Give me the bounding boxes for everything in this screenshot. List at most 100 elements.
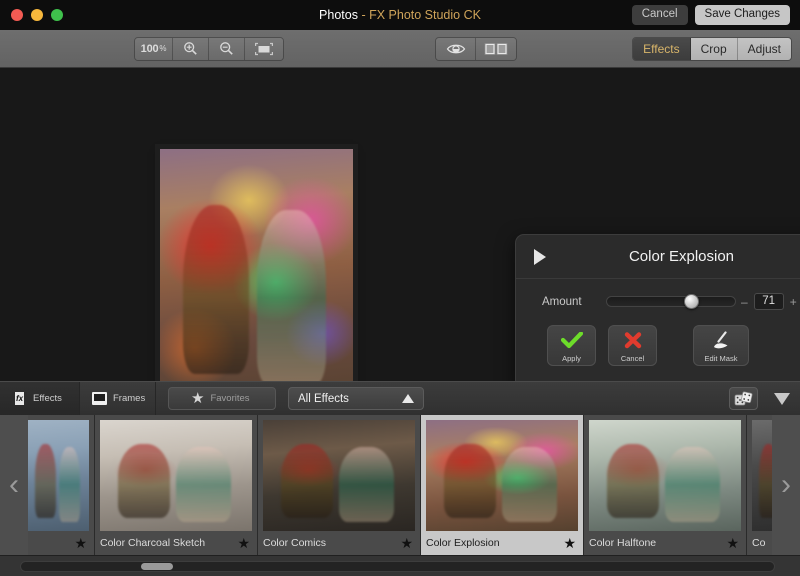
cross-icon [624, 326, 642, 355]
favorite-star-icon[interactable]: ★ [237, 536, 252, 550]
amount-slider-knob[interactable] [683, 294, 699, 309]
eye-preview-icon [446, 44, 465, 53]
thumbnail-render [752, 420, 772, 531]
cancel-button[interactable]: Cancel [631, 5, 688, 25]
thumbnail-image [100, 420, 252, 531]
browser-tab-frames-label: Frames [113, 393, 146, 404]
thumbnail-figures [263, 420, 415, 531]
amount-increment-button[interactable]: + [785, 295, 800, 309]
thumbnail-figures [28, 420, 89, 531]
thumbnail-item[interactable]: ★ [28, 415, 95, 555]
thumbnail-figures [589, 420, 741, 531]
close-button[interactable] [11, 9, 23, 21]
thumbnail-image [589, 420, 741, 531]
app-window: Photos - FX Photo Studio CK Cancel Save … [0, 0, 800, 576]
favorite-star-icon[interactable]: ★ [726, 536, 741, 550]
thumbnail-item[interactable]: Co★ [747, 415, 772, 555]
zoom-in-button[interactable] [173, 37, 209, 60]
amount-label: Amount [542, 295, 582, 308]
window-controls [0, 9, 63, 21]
horizontal-scrollbar[interactable] [0, 555, 800, 576]
thumbnail-label: Color Explosion [426, 537, 500, 549]
check-icon [560, 326, 583, 355]
thumbnail-label: Co [752, 537, 766, 549]
fit-to-screen-button[interactable] [245, 37, 283, 60]
play-triangle-icon[interactable] [534, 248, 546, 265]
chevron-down-icon[interactable] [774, 392, 790, 405]
favorite-star-icon[interactable]: ★ [74, 536, 89, 550]
apply-button[interactable]: Apply [547, 325, 596, 366]
amount-row: Amount – 71 + [516, 279, 800, 310]
thumbnail-item[interactable]: Color Charcoal Sketch ★ [95, 415, 258, 555]
amount-value-field[interactable]: 71 [753, 293, 784, 310]
favorite-star-icon[interactable]: ★ [563, 536, 578, 550]
thumbnail-footer: Color Explosion ★ [426, 531, 578, 555]
split-compare-button[interactable] [476, 37, 516, 60]
split-compare-icon [484, 42, 508, 55]
thumbnail-footer: Color Charcoal Sketch ★ [100, 531, 252, 555]
thumbnail-label: Color Halftone [589, 537, 657, 549]
photo-render [160, 149, 353, 381]
tab-adjust[interactable]: Adjust [737, 37, 791, 60]
scrollbar-thumb[interactable] [141, 562, 173, 570]
favorites-button[interactable]: ★ Favorites [168, 387, 276, 410]
thumbnail-render [263, 420, 415, 531]
mode-tabs: Effects Crop Adjust [632, 36, 792, 61]
cancel-effect-button[interactable]: Cancel [608, 325, 657, 366]
favorites-button-label: Favorites [210, 393, 250, 404]
thumbnail-figures [752, 420, 772, 531]
edit-mask-button[interactable]: Edit Mask [693, 325, 749, 366]
thumbnail-figures [426, 420, 578, 531]
zoom-out-icon [220, 42, 233, 55]
thumbnail-footer: Color Halftone ★ [589, 531, 741, 555]
toolbar: 100% Effects Crop Adjust [0, 30, 800, 68]
save-changes-button[interactable]: Save Changes [694, 5, 790, 25]
main-photo[interactable] [160, 149, 353, 381]
zoom-level-unit: % [159, 44, 167, 53]
thumbnail-label: Color Charcoal Sketch [100, 537, 206, 549]
maximize-button[interactable] [51, 9, 63, 21]
title-bar-actions: Cancel Save Changes [631, 5, 800, 25]
effects-filter-dropdown[interactable]: All Effects [288, 387, 424, 410]
random-effect-button[interactable] [729, 387, 758, 410]
fx-film-icon: fx [12, 392, 27, 405]
effect-panel-header: Color Explosion [516, 235, 800, 279]
thumbnail-item[interactable]: Color Halftone ★ [584, 415, 747, 555]
scrollbar-track[interactable] [20, 560, 775, 572]
zoom-in-icon [184, 42, 197, 55]
frame-icon [92, 392, 107, 405]
zoom-out-button[interactable] [209, 37, 245, 60]
minimize-button[interactable] [31, 9, 43, 21]
amount-decrement-button[interactable]: – [736, 295, 753, 309]
effect-action-buttons: Apply Cancel Edit Mask [516, 310, 800, 366]
chevron-right-icon[interactable]: › [772, 415, 800, 555]
title-bar: Photos - FX Photo Studio CK Cancel Save … [0, 0, 800, 30]
canvas-area[interactable]: Color Explosion Amount – 71 + Apply Canc… [0, 68, 800, 381]
edit-mask-button-label: Edit Mask [704, 353, 738, 363]
tab-crop[interactable]: Crop [690, 37, 738, 60]
browser-tab-effects-label: Effects [33, 393, 62, 404]
effect-settings-panel: Color Explosion Amount – 71 + Apply Canc… [515, 234, 800, 381]
thumbnail-footer: ★ [28, 531, 89, 555]
amount-slider[interactable] [606, 294, 736, 309]
thumbnail-list[interactable]: ★ Color Charcoal Sketch ★ Color Comics ★ Colo… [28, 415, 772, 555]
browser-tab-effects[interactable]: fx Effects [0, 381, 80, 416]
chevron-left-icon[interactable]: ‹ [0, 415, 28, 555]
thumbnail-footer: Co★ [752, 531, 772, 555]
favorite-star-icon[interactable]: ★ [400, 536, 415, 550]
zoom-level-display[interactable]: 100% [135, 37, 173, 60]
thumbnail-image [752, 420, 772, 531]
thumbnail-item[interactable]: Color Comics ★ [258, 415, 421, 555]
thumbnail-image [263, 420, 415, 531]
thumbnail-item[interactable]: Color Explosion ★ [421, 415, 584, 555]
zoom-level-value: 100 [140, 42, 159, 55]
preview-original-button[interactable] [436, 37, 476, 60]
effects-browser-bar: fx Effects Frames ★ Favorites All Effect… [0, 381, 800, 416]
thumbnail-render [100, 420, 252, 531]
browser-tab-frames[interactable]: Frames [80, 381, 156, 416]
effects-filter-label: All Effects [298, 392, 349, 405]
star-icon: ★ [191, 390, 205, 407]
thumbnail-label: Color Comics [263, 537, 327, 549]
tab-effects[interactable]: Effects [633, 37, 691, 60]
thumbnail-image [28, 420, 89, 531]
